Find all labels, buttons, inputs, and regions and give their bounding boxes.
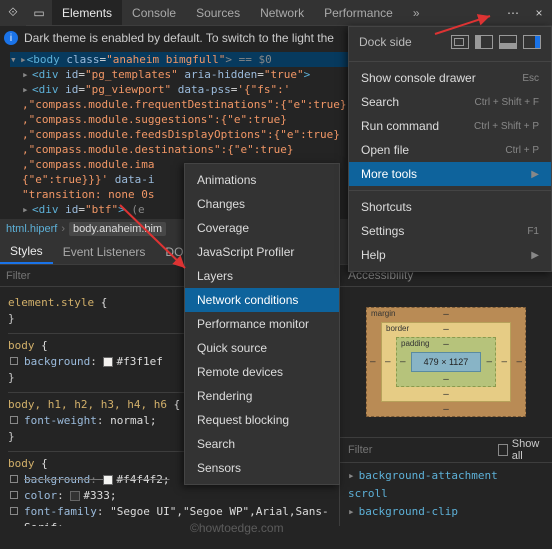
submenu-item[interactable]: Performance monitor bbox=[185, 312, 339, 336]
submenu-item[interactable]: Search bbox=[185, 432, 339, 456]
submenu-item[interactable]: Quick source bbox=[185, 336, 339, 360]
tab-sources[interactable]: Sources bbox=[186, 0, 250, 25]
submenu-item[interactable]: Layers bbox=[185, 264, 339, 288]
panel-tab-styles[interactable]: Styles bbox=[0, 239, 53, 264]
computed-property[interactable]: ▸background-clip bbox=[348, 503, 544, 521]
show-all-checkbox[interactable]: Show all bbox=[498, 438, 544, 462]
submenu-item[interactable]: Animations bbox=[185, 168, 339, 192]
submenu-item[interactable]: Remote devices bbox=[185, 360, 339, 384]
info-message: Dark theme is enabled by default. To swi… bbox=[24, 31, 334, 45]
tab-performance[interactable]: Performance bbox=[314, 0, 403, 25]
submenu-item[interactable]: Coverage bbox=[185, 216, 339, 240]
menu-item[interactable]: Shortcuts bbox=[349, 195, 551, 219]
box-model-margin[interactable]: margin – – – – border – – – – padding – bbox=[366, 307, 526, 417]
panel-tab-event-listeners[interactable]: Event Listeners bbox=[53, 239, 156, 264]
computed-column: Accessibility margin – – – – border – – … bbox=[340, 265, 552, 526]
box-model-border[interactable]: border – – – – padding – – – – 479 × 112… bbox=[381, 322, 511, 402]
inspect-icon[interactable]: ⟐ bbox=[0, 0, 26, 26]
tab-elements[interactable]: Elements bbox=[52, 0, 122, 25]
dock-side-row: Dock side bbox=[349, 27, 551, 57]
device-toolbar-icon[interactable]: ▭ bbox=[26, 0, 52, 26]
menu-item[interactable]: Help▶ bbox=[349, 243, 551, 267]
submenu-item[interactable]: Request blocking bbox=[185, 408, 339, 432]
more-tabs-button[interactable]: » bbox=[403, 0, 430, 25]
info-icon: i bbox=[4, 31, 18, 45]
box-model-padding[interactable]: padding – – – – 479 × 1127 bbox=[396, 337, 496, 387]
computed-filter-row: Show all bbox=[340, 437, 552, 463]
computed-properties[interactable]: ▸background-attachment scroll▸background… bbox=[340, 463, 552, 525]
dock-bottom-icon[interactable] bbox=[499, 35, 517, 49]
more-tools-submenu: AnimationsChangesCoverageJavaScript Prof… bbox=[184, 163, 340, 485]
computed-property[interactable]: ▸background-attachment scroll bbox=[348, 467, 544, 503]
menu-item[interactable]: More tools▶ bbox=[349, 162, 551, 186]
menu-item[interactable]: SearchCtrl + Shift + F bbox=[349, 90, 551, 114]
close-devtools-button[interactable]: × bbox=[526, 0, 552, 26]
devtools-topbar: ⟐ ▭ Elements Console Sources Network Per… bbox=[0, 0, 552, 26]
main-tabs: Elements Console Sources Network Perform… bbox=[52, 0, 430, 25]
menu-item[interactable]: Show console drawerEsc bbox=[349, 66, 551, 90]
dock-undock-icon[interactable] bbox=[451, 35, 469, 49]
dock-left-icon[interactable] bbox=[475, 35, 493, 49]
dock-side-label: Dock side bbox=[359, 35, 412, 49]
tab-network[interactable]: Network bbox=[250, 0, 314, 25]
computed-filter-input[interactable] bbox=[348, 444, 490, 456]
tab-console[interactable]: Console bbox=[122, 0, 186, 25]
menu-item[interactable]: SettingsF1 bbox=[349, 219, 551, 243]
submenu-item[interactable]: Sensors bbox=[185, 456, 339, 480]
menu-item[interactable]: Run commandCtrl + Shift + P bbox=[349, 114, 551, 138]
box-model-content[interactable]: 479 × 1127 bbox=[411, 352, 481, 372]
breadcrumb-item[interactable]: body.anaheim.bim bbox=[69, 222, 166, 236]
submenu-item[interactable]: JavaScript Profiler bbox=[185, 240, 339, 264]
dock-right-icon[interactable] bbox=[523, 35, 541, 49]
breadcrumb-item[interactable]: html.hiperf bbox=[6, 223, 57, 235]
submenu-item[interactable]: Rendering bbox=[185, 384, 339, 408]
box-model: margin – – – – border – – – – padding – bbox=[340, 287, 552, 437]
kebab-menu-button[interactable]: ⋯ bbox=[500, 0, 526, 26]
submenu-item[interactable]: Changes bbox=[185, 192, 339, 216]
main-menu: Dock side Show console drawerEscSearchCt… bbox=[348, 26, 552, 272]
menu-item[interactable]: Open fileCtrl + P bbox=[349, 138, 551, 162]
submenu-item[interactable]: Network conditions bbox=[185, 288, 339, 312]
